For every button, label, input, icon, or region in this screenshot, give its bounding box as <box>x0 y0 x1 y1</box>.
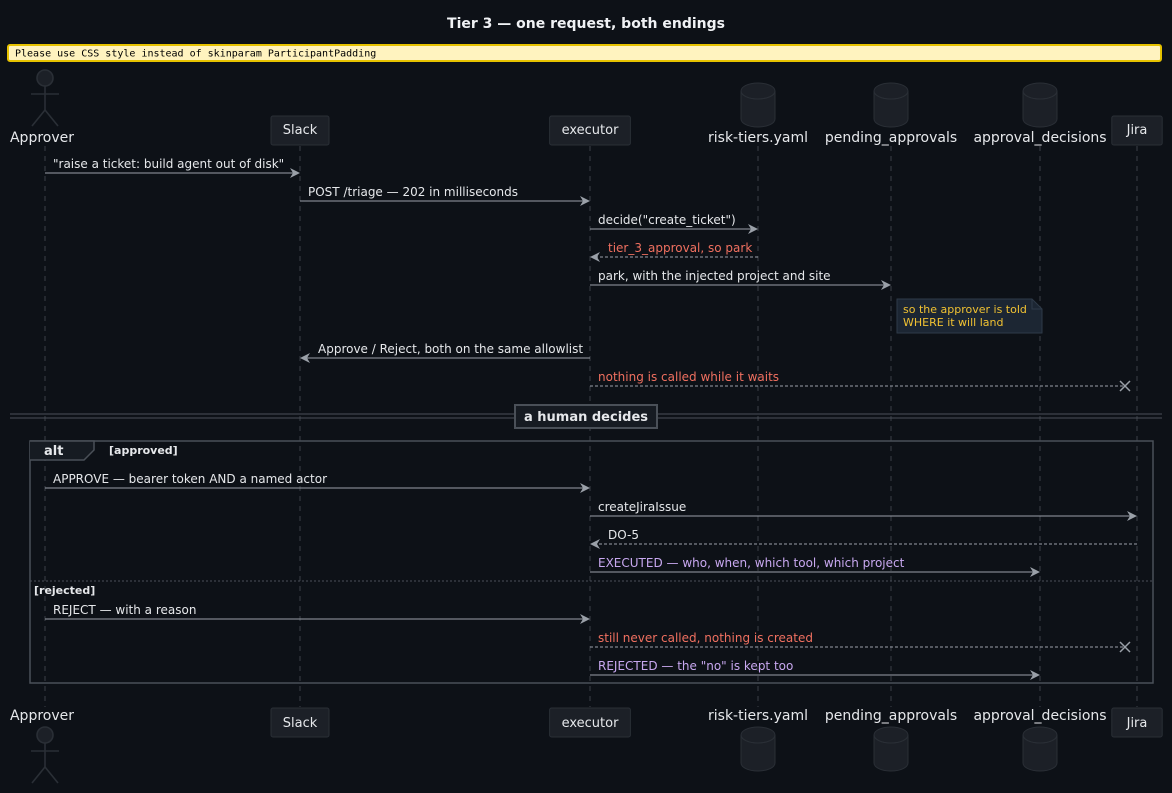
message-label: decide("create_ticket") <box>598 213 736 227</box>
message-5: Approve / Reject, both on the same allow… <box>300 342 590 363</box>
participant-label: executor <box>562 716 619 731</box>
message-label: REJECT — with a reason <box>53 603 196 617</box>
participant-pending-top: pending_approvals <box>825 82 957 146</box>
note-line: so the approver is told <box>903 303 1027 316</box>
message-label: APPROVE — bearer token AND a named actor <box>53 472 327 486</box>
message-label: POST /triage — 202 in milliseconds <box>308 185 518 199</box>
actor-icon <box>31 726 59 784</box>
database-icon <box>1022 82 1058 128</box>
message-2: decide("create_ticket") <box>590 213 758 234</box>
actor-icon <box>31 69 59 127</box>
participant-label: Approver <box>10 130 74 146</box>
participant-label: Jira <box>1126 123 1148 138</box>
participant-slack-top: Slack <box>270 115 330 146</box>
participant-slack-bottom: Slack <box>270 707 330 738</box>
database-icon <box>873 726 909 772</box>
message-3: tier_3_approval, so park <box>590 241 758 262</box>
guard-approved: [approved] <box>109 444 178 457</box>
message-0: "raise a ticket: build agent out of disk… <box>45 157 300 178</box>
message-label: DO-5 <box>608 528 639 542</box>
divider-label: a human decides <box>524 410 648 425</box>
message-1: POST /triage — 202 in milliseconds <box>300 185 590 206</box>
warning-text: Please use CSS style instead of skinpara… <box>15 49 376 60</box>
participant-label: Slack <box>283 123 318 138</box>
participant-decisions-bottom: approval_decisions <box>973 708 1107 772</box>
participant-approver-bottom: Approver <box>10 708 74 784</box>
participant-label: risk-tiers.yaml <box>708 130 808 146</box>
warning-banner: Please use CSS style instead of skinpara… <box>7 44 1162 62</box>
message-label: EXECUTED — who, when, which tool, which … <box>598 556 905 570</box>
message-label: REJECTED — the "no" is kept too <box>598 659 793 673</box>
message-label: tier_3_approval, so park <box>608 241 752 255</box>
message-label: park, with the injected project and site <box>598 269 831 283</box>
participant-risk-top: risk-tiers.yaml <box>708 82 808 146</box>
participant-label: risk-tiers.yaml <box>708 708 808 724</box>
note-line: WHERE it will land <box>903 316 1003 329</box>
participant-label: Approver <box>10 708 74 724</box>
message-label: nothing is called while it waits <box>598 370 779 384</box>
database-icon <box>740 726 776 772</box>
participant-decisions-top: approval_decisions <box>973 82 1107 146</box>
participant-risk-bottom: risk-tiers.yaml <box>708 708 808 772</box>
participant-executor-top: executor <box>549 115 631 146</box>
participant-label: pending_approvals <box>825 130 957 146</box>
divider: a human decides <box>10 404 1162 429</box>
message-rejected-0: REJECT — with a reason <box>45 603 590 624</box>
message-approved-0: APPROVE — bearer token AND a named actor <box>45 472 590 493</box>
database-icon <box>873 82 909 128</box>
database-icon <box>740 82 776 128</box>
sequence-diagram: Tier 3 — one request, both endings Pleas… <box>7 16 1163 784</box>
guard-rejected: [rejected] <box>34 584 95 597</box>
participant-executor-bottom: executor <box>549 707 631 738</box>
message-approved-2: DO-5 <box>590 528 1137 549</box>
message-label: Approve / Reject, both on the same allow… <box>318 342 583 356</box>
participant-label: Jira <box>1126 716 1148 731</box>
participant-label: Slack <box>283 716 318 731</box>
message-approved-1: createJiraIssue <box>590 500 1137 521</box>
participant-label: approval_decisions <box>973 708 1106 724</box>
message-4: park, with the injected project and site <box>590 269 891 290</box>
participant-approver-top: Approver <box>10 69 74 146</box>
message-approved-3: EXECUTED — who, when, which tool, which … <box>590 556 1040 577</box>
message-label: still never called, nothing is created <box>598 631 813 645</box>
participant-pending-bottom: pending_approvals <box>825 708 957 772</box>
message-rejected-1: still never called, nothing is created <box>590 631 1131 653</box>
participant-jira-bottom: Jira <box>1111 707 1163 738</box>
message-6: nothing is called while it waits <box>590 370 1131 392</box>
database-icon <box>1022 726 1058 772</box>
diagram-title: Tier 3 — one request, both endings <box>447 16 725 32</box>
note: so the approver is toldWHERE it will lan… <box>896 298 1043 334</box>
message-label: "raise a ticket: build agent out of disk… <box>53 157 284 171</box>
participant-jira-top: Jira <box>1111 115 1163 146</box>
participant-label: approval_decisions <box>973 130 1106 146</box>
participant-label: pending_approvals <box>825 708 957 724</box>
message-rejected-2: REJECTED — the "no" is kept too <box>590 659 1040 680</box>
participant-label: executor <box>562 123 619 138</box>
alt-label: alt <box>44 444 63 459</box>
message-label: createJiraIssue <box>598 500 686 514</box>
